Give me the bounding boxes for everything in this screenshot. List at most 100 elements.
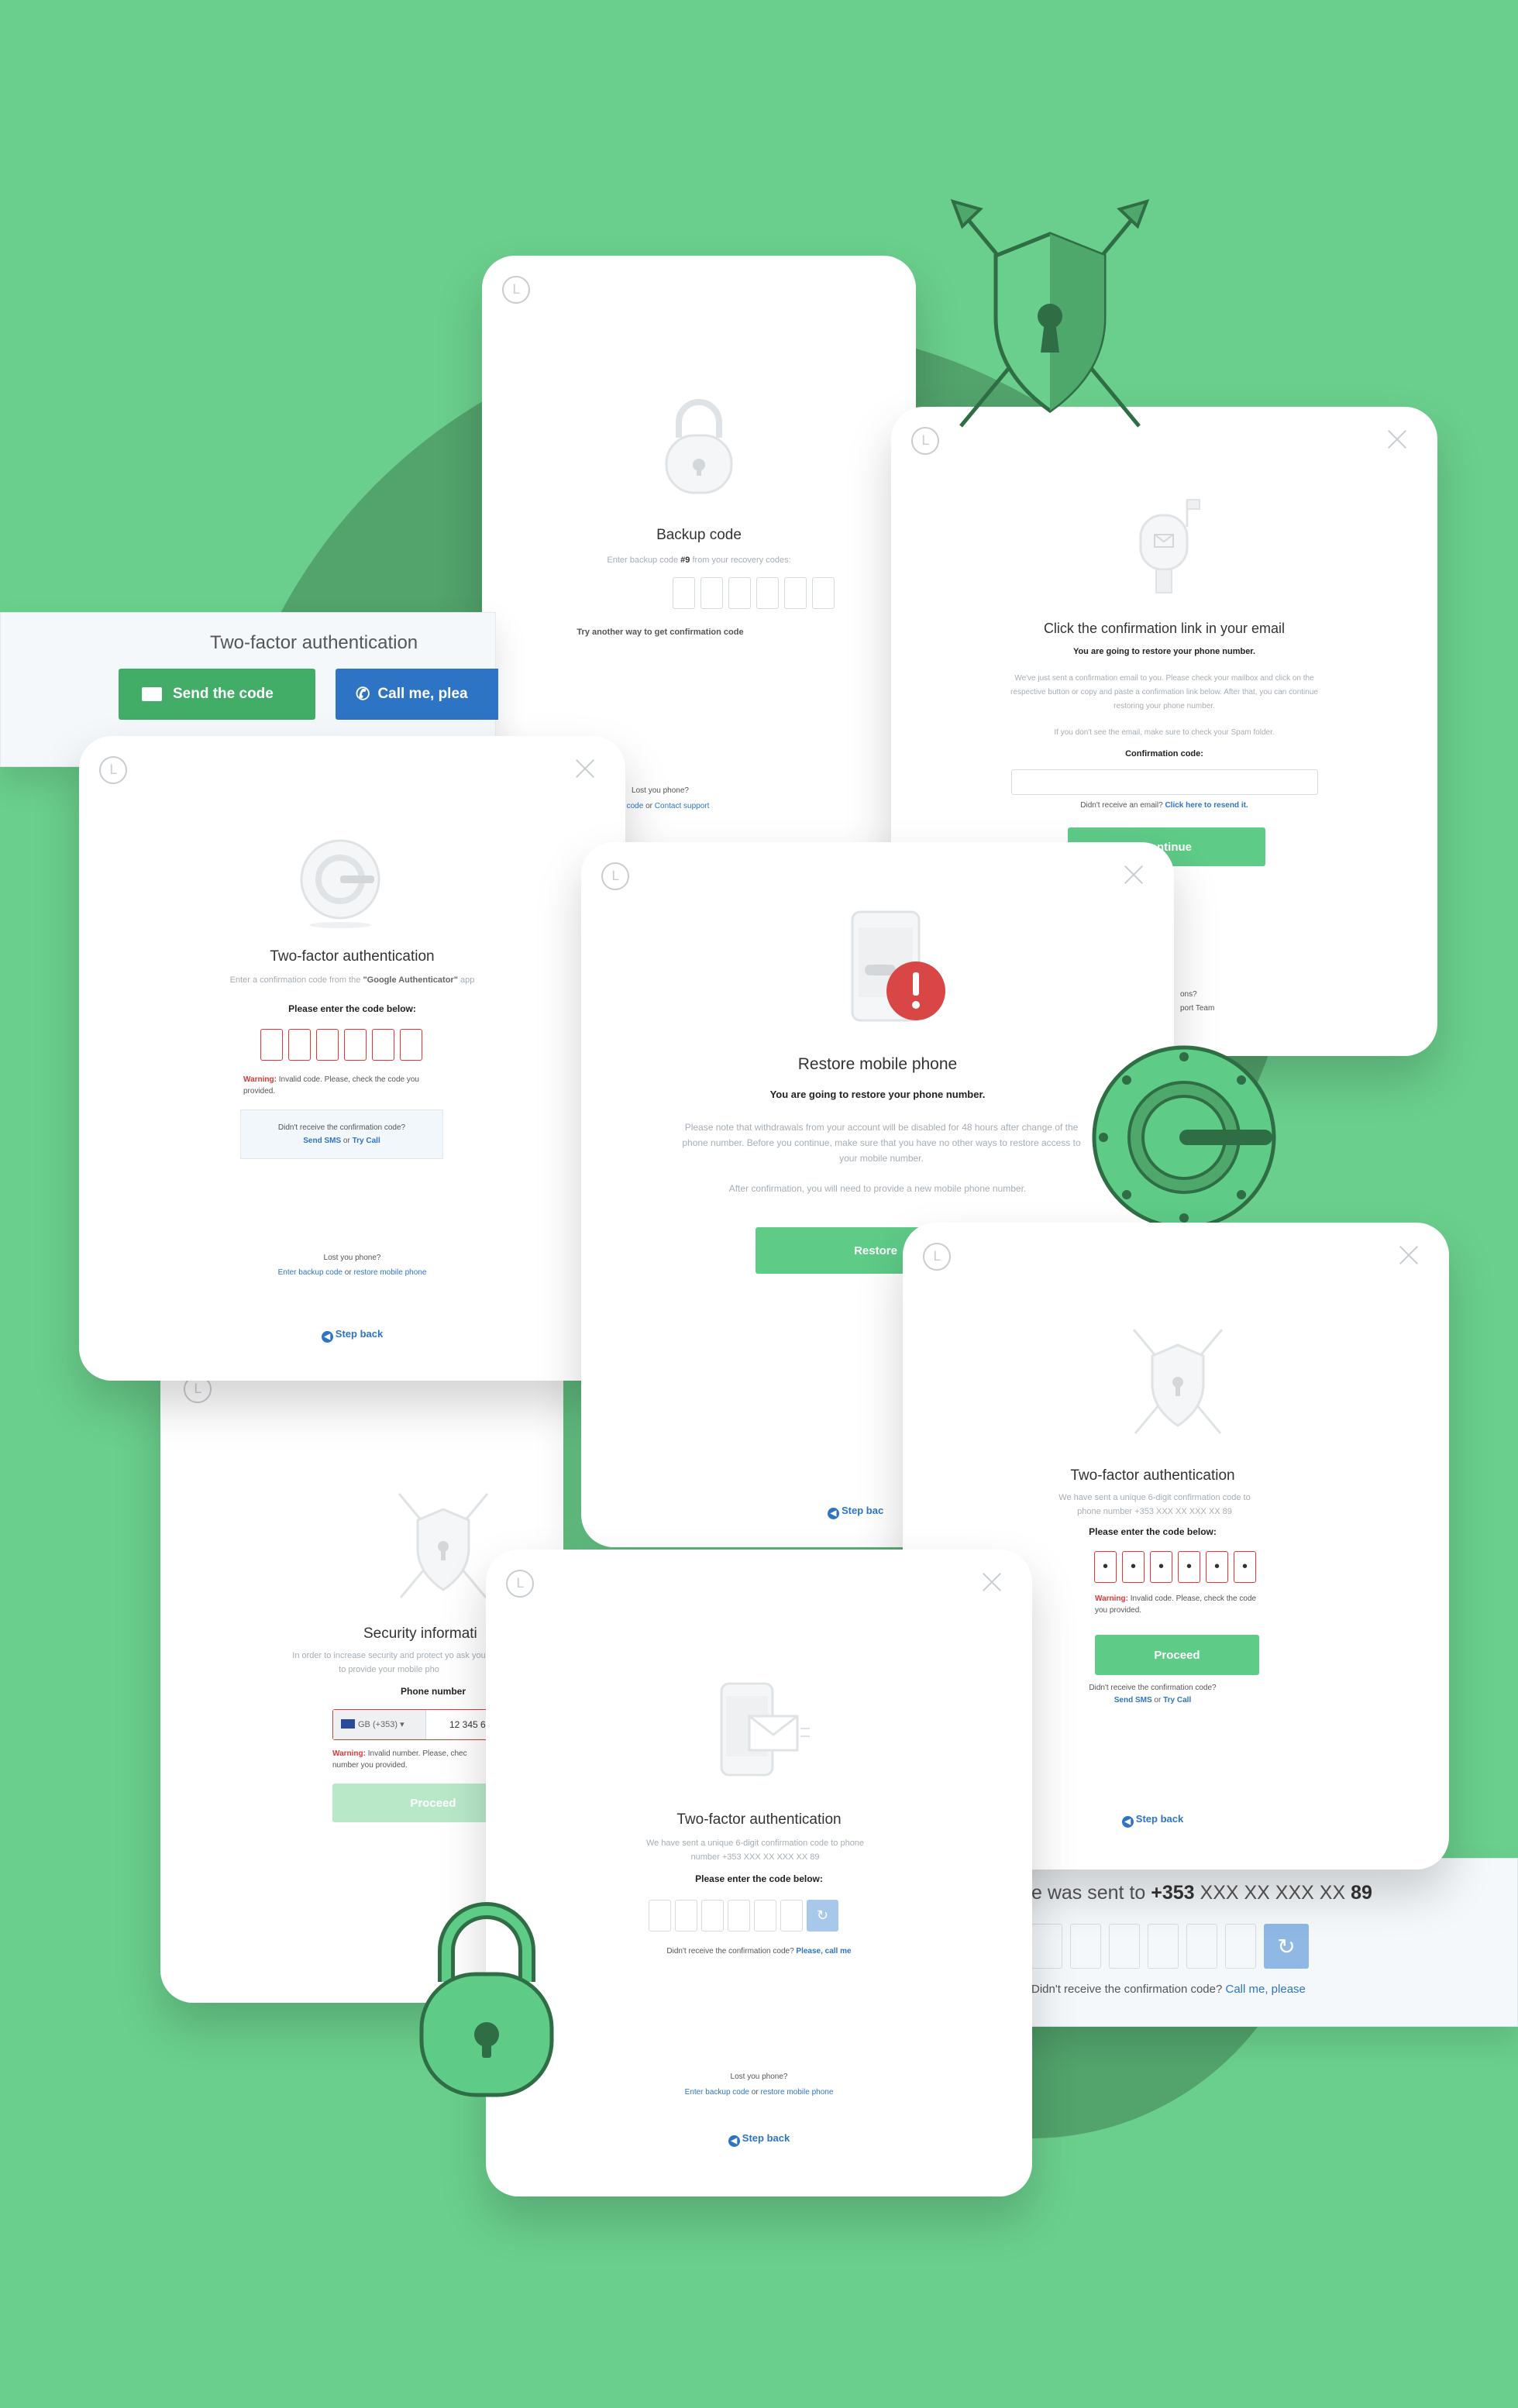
confirmation-code-input[interactable] [1011, 769, 1318, 795]
close-icon[interactable] [1396, 1243, 1421, 1268]
code-digit[interactable] [728, 1900, 750, 1932]
strip2-text: e was sent to +353 XXX XX XXX XX 89 [1031, 1882, 1372, 1904]
step-back-link[interactable]: ◀ Step bac [828, 1505, 883, 1519]
code-digit[interactable]: • [1234, 1551, 1256, 1583]
email-resend: Didn't receive an email? Click here to r… [1080, 801, 1248, 810]
sms-code-inputs[interactable]: ↻ [649, 1900, 838, 1932]
call-me-link[interactable]: Call me, please [1226, 1983, 1306, 1996]
step-back-link[interactable]: ◀ Step back [486, 2132, 1032, 2147]
close-icon[interactable] [1385, 427, 1410, 452]
logo-icon: L [502, 276, 530, 304]
lost-phone-text: Lost you phone? [730, 2073, 788, 2081]
code-digit[interactable] [673, 577, 695, 609]
code-digit[interactable]: • [1150, 1551, 1172, 1583]
strip2-code-inputs[interactable]: ↻ [1031, 1924, 1309, 1969]
code-digit[interactable] [728, 577, 751, 609]
arrow-left-icon: ◀ [828, 1508, 839, 1519]
code-digit[interactable] [675, 1900, 697, 1932]
refresh-button[interactable]: ↻ [1264, 1924, 1309, 1969]
code-digit[interactable] [288, 1029, 311, 1061]
code-digit[interactable] [344, 1029, 367, 1061]
support-team-link[interactable]: port Team [1180, 1002, 1214, 1015]
refresh-icon: ↻ [1277, 1934, 1296, 1959]
envelope-icon [142, 687, 162, 701]
code-digit[interactable] [812, 577, 835, 609]
backup-instruction: Enter backup code #9 from your recovery … [607, 556, 791, 565]
code-digit[interactable]: • [1206, 1551, 1228, 1583]
sms-2fa-card: L Two-factor authentication We have sent… [486, 1550, 1032, 2196]
sms-didnt: Didn't receive the confirmation code? Pl… [666, 1947, 852, 1956]
code-digit[interactable] [784, 577, 807, 609]
lock-icon [419, 1902, 554, 2097]
code-digit[interactable] [1148, 1924, 1179, 1969]
country-select[interactable]: GB (+353) ▾ [333, 1710, 426, 1739]
code-digit[interactable] [649, 1900, 671, 1932]
call-me-link[interactable]: Please, call me [796, 1947, 851, 1956]
sms-links: Enter backup code or restore mobile phon… [684, 2088, 834, 2097]
sms-code-strip: e was sent to +353 XXX XX XXX XX 89 ↻ Di… [1007, 1858, 1518, 2027]
enter-backup-code-link[interactable]: Enter backup code [278, 1268, 342, 1277]
authenticator-icon [300, 839, 380, 928]
code-digit[interactable] [400, 1029, 422, 1061]
code-digit[interactable] [700, 577, 723, 609]
flag-gb-icon [341, 1719, 355, 1729]
code-digit[interactable] [316, 1029, 339, 1061]
code-digit[interactable] [1225, 1924, 1256, 1969]
contact-support-link[interactable]: Contact support [655, 802, 710, 810]
code-digit[interactable] [372, 1029, 394, 1061]
code-digit[interactable] [1031, 1924, 1062, 1969]
security-title: Security informati [363, 1625, 477, 1642]
resend-link[interactable]: Click here to resend it. [1165, 801, 1248, 810]
proceed-button[interactable]: Proceed [1095, 1635, 1259, 1675]
code-digit[interactable] [1070, 1924, 1101, 1969]
code-digit[interactable] [756, 577, 779, 609]
try-call-link[interactable]: Try Call [1163, 1696, 1191, 1705]
shield-arrows-icon [950, 198, 1150, 428]
phone-value: 12 345 6 [449, 1719, 486, 1730]
backup-code-inputs[interactable] [673, 577, 835, 609]
lock-icon [665, 399, 733, 494]
shield-arrows-icon [1132, 1329, 1224, 1434]
logo-icon: L [99, 756, 127, 784]
code-digit[interactable] [260, 1029, 283, 1061]
phone2fa-warning: Warning: Invalid code. Please, check the… [1095, 1594, 1257, 1615]
sms-label: Please enter the code below: [695, 1873, 823, 1884]
code-digit[interactable] [701, 1900, 724, 1932]
call-me-button[interactable]: ✆ Call me, plea [336, 669, 498, 720]
email-paragraph-2: If you don't see the email, make sure to… [1054, 728, 1275, 737]
google-code-inputs[interactable] [260, 1029, 422, 1061]
send-sms-link[interactable]: Send SMS [303, 1137, 341, 1145]
email-bold: You are going to restore your phone numb… [1072, 647, 1256, 656]
sms-sub: We have sent a unique 6-digit confirmati… [645, 1839, 865, 1862]
shield-arrows-icon [398, 1493, 489, 1598]
try-call-link[interactable]: Try Call [353, 1137, 380, 1145]
close-icon[interactable] [1121, 862, 1146, 887]
code-digit[interactable]: • [1178, 1551, 1200, 1583]
send-sms-link[interactable]: Send SMS [1114, 1696, 1152, 1705]
code-digit[interactable]: • [1094, 1551, 1117, 1583]
code-digit[interactable] [1186, 1924, 1217, 1969]
arrow-left-icon: ◀ [728, 2135, 740, 2147]
refresh-button[interactable]: ↻ [807, 1900, 838, 1932]
code-digit[interactable] [754, 1900, 776, 1932]
send-code-button[interactable]: Send the code [119, 669, 315, 720]
logo-icon: L [911, 427, 939, 455]
restore-mobile-link[interactable]: restore mobile phone [353, 1268, 426, 1277]
code-digit[interactable] [780, 1900, 803, 1932]
confirmation-code-label: Confirmation code: [1125, 749, 1203, 759]
close-icon[interactable] [573, 756, 597, 781]
restore-mobile-link[interactable]: restore mobile phone [760, 2088, 833, 2097]
try-another-way-link[interactable]: Try another way to get confirmation code [482, 626, 916, 639]
code-digit[interactable] [1109, 1924, 1140, 1969]
step-back-link[interactable]: ◀ Step back [79, 1328, 625, 1343]
google-authenticator-card: L Two-factor authentication Enter a conf… [79, 736, 625, 1381]
google-title: Two-factor authentication [270, 948, 435, 965]
enter-backup-code-link[interactable]: Enter backup code [685, 2088, 749, 2097]
phone2fa-code-inputs[interactable]: • • • • • • [1094, 1551, 1256, 1583]
phone-icon: ✆ [356, 684, 370, 703]
code-digit[interactable]: • [1122, 1551, 1145, 1583]
google-warning: Warning: Invalid code. Please, check the… [243, 1075, 419, 1096]
close-icon[interactable] [979, 1570, 1004, 1594]
phone2fa-label: Please enter the code below: [1089, 1526, 1217, 1537]
sms-title: Two-factor authentication [676, 1811, 842, 1828]
